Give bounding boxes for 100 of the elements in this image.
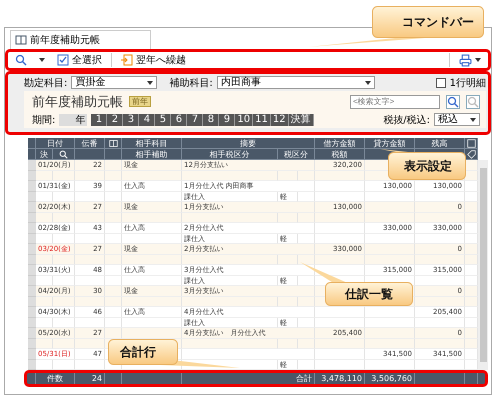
table-cell: [36, 170, 53, 181]
search-button[interactable]: [446, 94, 460, 108]
caret-icon: [364, 80, 371, 84]
table-cell: [105, 265, 122, 276]
table-cell: [122, 212, 182, 223]
table-cell: [105, 181, 122, 192]
table-cell: [465, 223, 478, 234]
table-cell: [53, 212, 75, 223]
note-icon: [466, 138, 476, 148]
column-header: 借方金額: [315, 138, 365, 149]
select-all-button[interactable]: 全選択: [54, 52, 105, 68]
scrollbar-thumb[interactable]: [480, 168, 486, 362]
callout-label: コマンドバー: [402, 14, 474, 31]
scrollbar[interactable]: [478, 160, 488, 370]
sub-account-select[interactable]: 内田商事: [216, 76, 375, 89]
table-cell: [298, 296, 315, 307]
table-cell: [465, 202, 478, 212]
table-cell: [298, 360, 315, 370]
table-cell: [365, 244, 415, 254]
table-cell: [415, 276, 465, 286]
column-header: 日付: [36, 138, 75, 149]
table-cell: [465, 307, 478, 318]
total-label: 合計: [182, 373, 315, 384]
table-cell: [315, 307, 365, 318]
tab-label: 前年度補助元帳: [30, 34, 100, 47]
table-cell: [315, 223, 365, 234]
table-cell: [365, 328, 415, 338]
table-cell: [105, 276, 122, 286]
table-cell: [105, 223, 122, 234]
table-cell: [36, 192, 53, 202]
month-tab[interactable]: 6: [171, 114, 188, 126]
table-cell: [105, 244, 122, 254]
table-cell: [415, 212, 465, 223]
table-cell: [53, 192, 75, 202]
table-cell: [298, 338, 315, 349]
account-label: 勘定科目:: [24, 76, 68, 90]
year-field[interactable]: 年: [59, 114, 88, 126]
table-cell: [75, 318, 105, 328]
credit-total: 3,506,760: [365, 373, 415, 384]
table-cell: [415, 338, 465, 349]
table-cell: [53, 296, 75, 307]
table-cell: [75, 234, 105, 244]
table-cell: [415, 254, 465, 265]
table-cell: [36, 296, 53, 307]
table-cell: [278, 170, 298, 181]
table-cell: [36, 318, 53, 328]
table-cell: [122, 328, 182, 338]
sub-account-label: 補助科目:: [169, 76, 213, 90]
month-tab[interactable]: 11: [253, 114, 271, 126]
table-cell: [53, 170, 75, 181]
table-cell: [298, 234, 315, 244]
debit-total: 3,478,110: [315, 373, 365, 384]
table-cell: [465, 296, 478, 307]
callout-label: 表示設定: [404, 158, 452, 175]
month-tab[interactable]: 12: [270, 114, 289, 126]
column-header: 貸方金額: [365, 138, 415, 149]
table-cell: [105, 328, 122, 338]
table-cell: [315, 318, 365, 328]
table-cell: [122, 234, 182, 244]
month-tab[interactable]: 4: [139, 114, 156, 126]
table-cell: [365, 360, 415, 370]
column-header: 税額: [315, 149, 365, 160]
month-tab[interactable]: 7: [187, 114, 204, 126]
account-select[interactable]: 買掛金: [71, 76, 158, 89]
tax-mode-select[interactable]: 税込: [434, 113, 480, 126]
table-cell: [465, 181, 478, 192]
table-cell: [75, 296, 105, 307]
table-cell: [53, 276, 75, 286]
table-cell: [75, 254, 105, 265]
table-cell: [75, 192, 105, 202]
table-cell: [465, 244, 478, 254]
table-cell: [315, 234, 365, 244]
month-tab[interactable]: 2: [107, 114, 124, 126]
table-cell: [105, 286, 122, 296]
table-cell: [365, 234, 415, 244]
table-cell: [415, 318, 465, 328]
carry-over-button[interactable]: 翌年へ繰越: [118, 52, 189, 68]
table-cell: [53, 234, 75, 244]
column-header: 税区分: [278, 149, 315, 160]
detail-label: 1行明細: [450, 76, 486, 90]
caret-icon: [475, 58, 481, 62]
table-cell: [298, 276, 315, 286]
month-tab[interactable]: 9: [219, 114, 236, 126]
month-tab[interactable]: 3: [123, 114, 140, 126]
table-cell: [53, 318, 75, 328]
month-tab[interactable]: 1: [91, 114, 108, 126]
table-cell: [365, 192, 415, 202]
table-cell: [465, 318, 478, 328]
detail-checkbox[interactable]: [436, 78, 446, 88]
month-tab[interactable]: 決算: [288, 114, 314, 126]
month-tab[interactable]: 8: [203, 114, 220, 126]
table-cell: [122, 170, 182, 181]
column-header: 相手税区分: [182, 149, 278, 160]
search-field[interactable]: <検索文字>: [350, 94, 440, 108]
month-tab[interactable]: 5: [155, 114, 172, 126]
document-tab[interactable]: 前年度補助元帳: [10, 30, 151, 49]
table-cell: [365, 318, 415, 328]
month-tab[interactable]: 10: [235, 114, 254, 126]
column-header: 決: [36, 149, 53, 160]
table-cell: [36, 338, 53, 349]
